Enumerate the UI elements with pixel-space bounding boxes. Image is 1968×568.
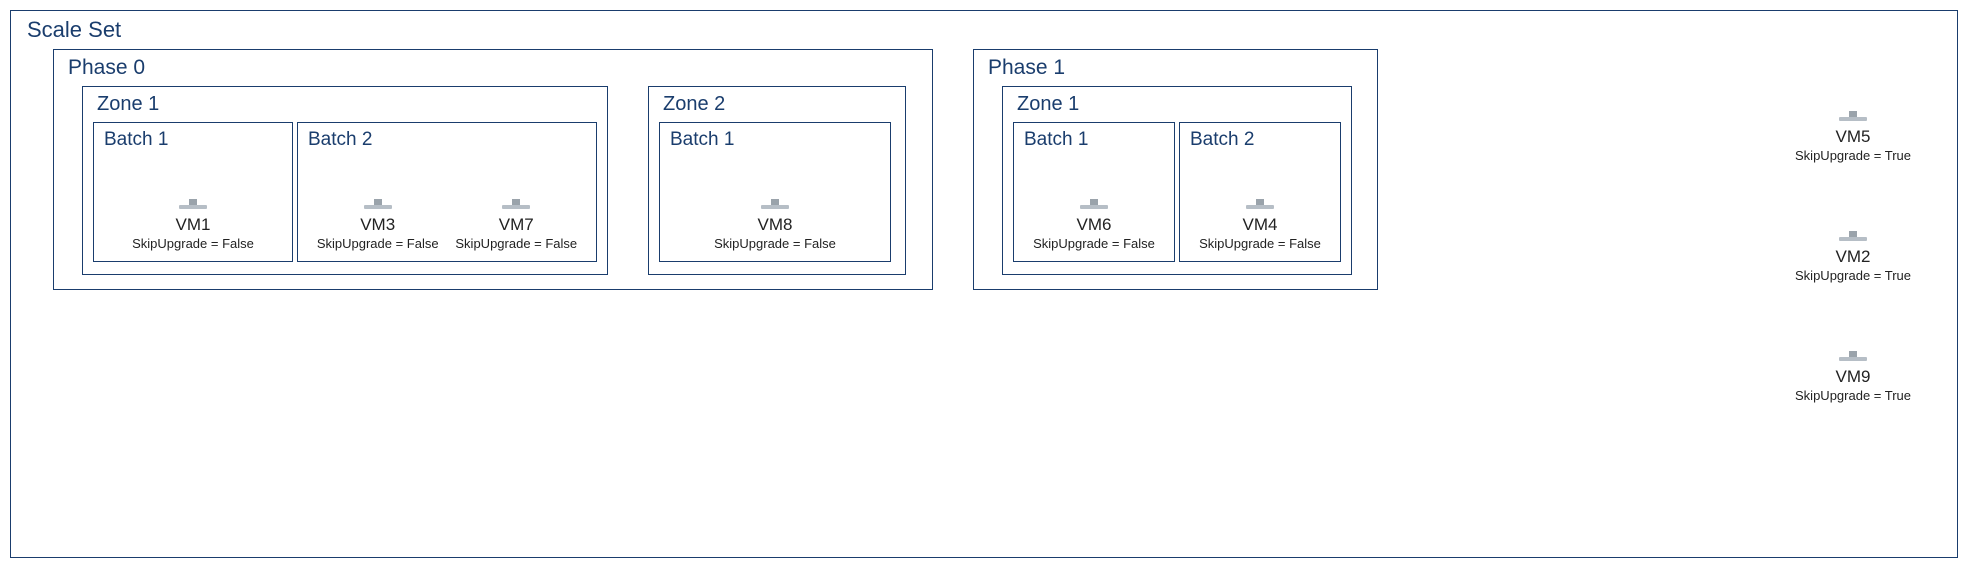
vm-node: VM1 SkipUpgrade = False <box>132 161 254 251</box>
phase1-zone1: Zone 1 Batch 1 VM6 SkipUpgrade = False <box>1002 86 1352 275</box>
zone-label: Zone 1 <box>97 93 597 116</box>
zone-label: Zone 2 <box>663 93 895 116</box>
vm-skip-label: SkipUpgrade = True <box>1795 388 1911 403</box>
phase-label: Phase 1 <box>988 56 1367 80</box>
vm-name: VM8 <box>714 215 836 235</box>
vm-skip-label: SkipUpgrade = True <box>1795 148 1911 163</box>
phase-1: Phase 1 Zone 1 Batch 1 VM6 SkipUpgrade =… <box>973 49 1378 290</box>
vm-name: VM9 <box>1795 367 1911 387</box>
vm-name: VM2 <box>1795 247 1911 267</box>
vm-skip-label: SkipUpgrade = True <box>1795 268 1911 283</box>
vm-skip-label: SkipUpgrade = False <box>317 236 439 251</box>
vm-icon <box>747 161 803 213</box>
loose-vms-column: VM5 SkipUpgrade = True VM2 SkipUpgrade =… <box>1789 69 1917 403</box>
phase1-zone1-batch1: Batch 1 VM6 SkipUpgrade = False <box>1013 122 1175 262</box>
batches-row: Batch 1 VM1 SkipUpgrade = False Batch 2 <box>93 122 597 262</box>
zone-label: Zone 1 <box>1017 93 1341 116</box>
vm-skip-label: SkipUpgrade = False <box>1199 236 1321 251</box>
vm-skip-label: SkipUpgrade = False <box>1033 236 1155 251</box>
vm-node: VM5 SkipUpgrade = True <box>1795 73 1911 163</box>
batch-label: Batch 1 <box>670 129 882 151</box>
vm-name: VM7 <box>455 215 577 235</box>
vm-icon <box>1232 161 1288 213</box>
batch-label: Batch 1 <box>104 129 284 151</box>
phase0-zone1: Zone 1 Batch 1 VM1 SkipUpgrade = False <box>82 86 608 275</box>
batch-label: Batch 2 <box>308 129 588 151</box>
batches-row: Batch 1 VM6 SkipUpgrade = False Batch 2 <box>1013 122 1341 262</box>
vm-name: VM6 <box>1033 215 1155 235</box>
vm-node: VM2 SkipUpgrade = True <box>1795 193 1911 283</box>
phase-label: Phase 0 <box>68 56 922 80</box>
phase0-zone2-batch1: Batch 1 VM8 SkipUpgrade = False <box>659 122 891 262</box>
vm-node: VM3 SkipUpgrade = False <box>317 161 439 251</box>
batch-label: Batch 1 <box>1024 129 1166 151</box>
vm-icon <box>350 161 406 213</box>
vm-skip-label: SkipUpgrade = False <box>455 236 577 251</box>
vm-name: VM3 <box>317 215 439 235</box>
phase0-zone1-batch1: Batch 1 VM1 SkipUpgrade = False <box>93 122 293 262</box>
vm-icon <box>1825 193 1881 245</box>
phase0-zone2: Zone 2 Batch 1 VM8 SkipUpgrade = False <box>648 86 906 275</box>
vm-icon <box>1066 161 1122 213</box>
vm-icon <box>488 161 544 213</box>
zones-row: Zone 1 Batch 1 VM1 SkipUpgrade = False <box>82 86 922 275</box>
phase0-zone1-batch2: Batch 2 VM3 SkipUpgrade = False VM7 <box>297 122 597 262</box>
vm-node: VM8 SkipUpgrade = False <box>714 161 836 251</box>
phase1-zone1-batch2: Batch 2 VM4 SkipUpgrade = False <box>1179 122 1341 262</box>
vm-node: VM6 SkipUpgrade = False <box>1033 161 1155 251</box>
vm-icon <box>1825 313 1881 365</box>
scale-set-container: Scale Set Phase 0 Zone 1 Batch 1 VM1 <box>10 10 1958 558</box>
batch-label: Batch 2 <box>1190 129 1332 151</box>
vm-skip-label: SkipUpgrade = False <box>714 236 836 251</box>
zones-row: Zone 1 Batch 1 VM6 SkipUpgrade = False <box>1002 86 1367 275</box>
vm-name: VM4 <box>1199 215 1321 235</box>
vm-icon <box>1825 73 1881 125</box>
vm-node: VM7 SkipUpgrade = False <box>455 161 577 251</box>
scale-set-title: Scale Set <box>27 17 1945 43</box>
vm-name: VM1 <box>132 215 254 235</box>
vm-icon <box>165 161 221 213</box>
vm-name: VM5 <box>1795 127 1911 147</box>
vm-node: VM9 SkipUpgrade = True <box>1795 313 1911 403</box>
vm-skip-label: SkipUpgrade = False <box>132 236 254 251</box>
batches-row: Batch 1 VM8 SkipUpgrade = False <box>659 122 895 262</box>
phases-row: Phase 0 Zone 1 Batch 1 VM1 SkipUpgrade =… <box>53 49 1945 290</box>
phase-0: Phase 0 Zone 1 Batch 1 VM1 SkipUpgrade =… <box>53 49 933 290</box>
vm-node: VM4 SkipUpgrade = False <box>1199 161 1321 251</box>
